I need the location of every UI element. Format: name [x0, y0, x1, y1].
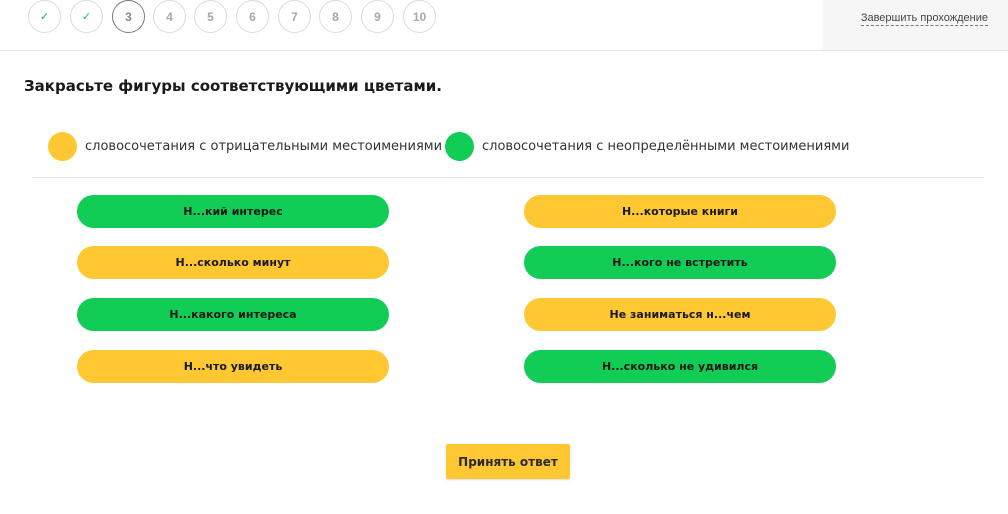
answer-pill[interactable]: Н...кого не встретить: [524, 246, 836, 279]
step-4[interactable]: 4: [153, 0, 186, 33]
step-9[interactable]: 9: [361, 0, 394, 33]
step-5[interactable]: 5: [194, 0, 227, 33]
question-title: Закрасьте фигуры соответствующими цветам…: [24, 77, 442, 95]
answer-pill[interactable]: Н...что увидеть: [77, 350, 389, 383]
submit-answer-button[interactable]: Принять ответ: [446, 444, 570, 479]
step-7[interactable]: 7: [278, 0, 311, 33]
step-3[interactable]: 3: [112, 0, 145, 33]
check-icon: ✓: [81, 11, 92, 23]
step-10[interactable]: 10: [403, 0, 436, 33]
finish-panel: Завершить прохождение: [823, 0, 1008, 50]
step-8[interactable]: 8: [319, 0, 352, 33]
step-2[interactable]: ✓: [70, 0, 103, 33]
check-icon: ✓: [39, 11, 50, 23]
finish-test-link[interactable]: Завершить прохождение: [860, 12, 988, 26]
legend-label: словосочетания с отрицательными местоиме…: [85, 139, 443, 154]
answer-pill[interactable]: Н...сколько не удивился: [524, 350, 836, 383]
answer-pill[interactable]: Н...сколько минут: [77, 246, 389, 279]
step-1[interactable]: ✓: [28, 0, 61, 33]
top-bar: ✓ ✓ 3 4 5 6 7 8 9 10 Завершить прохожден…: [0, 0, 1008, 51]
divider: [32, 177, 984, 178]
green-color-dot[interactable]: [445, 132, 474, 161]
legend-item-indefinite: словосочетания с неопределёнными местоим…: [445, 132, 849, 161]
answer-pill[interactable]: Н...какого интереса: [77, 298, 389, 331]
answer-pill[interactable]: Не заниматься н...чем: [524, 298, 836, 331]
answer-pill[interactable]: Н...которые книги: [524, 195, 836, 228]
yellow-color-dot[interactable]: [48, 132, 77, 161]
answer-pill[interactable]: Н...кий интерес: [77, 195, 389, 228]
step-6[interactable]: 6: [236, 0, 269, 33]
legend-item-negative: словосочетания с отрицательными местоиме…: [48, 132, 442, 161]
legend-label: словосочетания с неопределёнными местоим…: [482, 139, 850, 154]
